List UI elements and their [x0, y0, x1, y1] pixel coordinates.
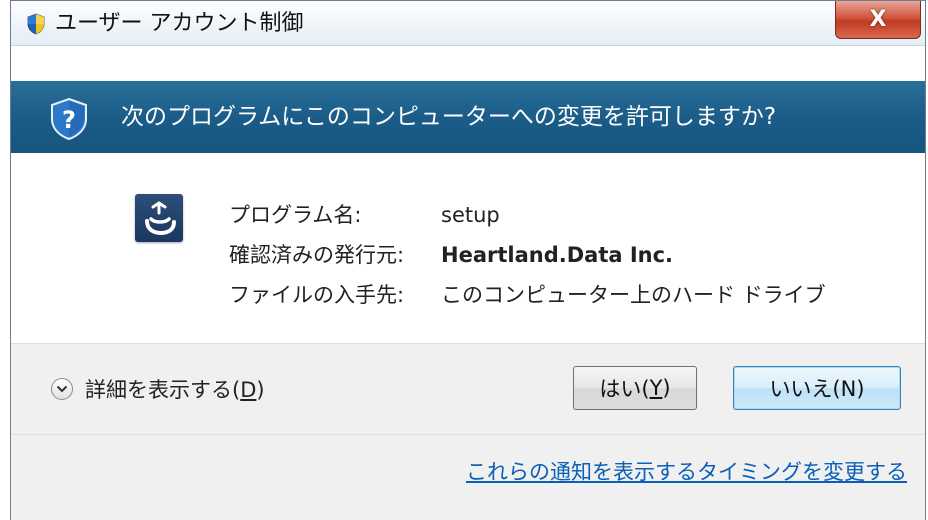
file-origin-value: このコンピューター上のハード ドライブ — [441, 283, 826, 307]
file-origin-label: ファイルの入手先: — [229, 283, 405, 307]
show-details-label: 詳細を表示する(D) — [85, 378, 265, 402]
title-bar: ユーザー アカウント制御 X — [11, 1, 925, 46]
notification-settings-link[interactable]: これらの通知を表示するタイミングを変更する — [466, 456, 907, 486]
window-title: ユーザー アカウント制御 — [55, 11, 304, 36]
banner-question: 次のプログラムにこのコンピューターへの変更を許可しますか? — [121, 104, 777, 130]
program-details-area: プログラム名: setup 確認済みの発行元: Heartland.Data I… — [11, 153, 925, 343]
file-origin-row: ファイルの入手先: このコンピューター上のハード ドライブ — [229, 275, 826, 315]
program-name-label: プログラム名: — [229, 203, 362, 227]
divider — [11, 434, 925, 435]
program-icon — [135, 194, 183, 242]
program-name-row: プログラム名: setup — [229, 195, 826, 235]
button-area: 詳細を表示する(D) はい(Y) いいえ(N) これらの通知を表示するタイミング… — [11, 343, 925, 520]
question-banner: ? 次のプログラムにこのコンピューターへの変更を許可しますか? — [11, 81, 925, 153]
show-details-toggle[interactable]: 詳細を表示する(D) — [51, 374, 265, 404]
publisher-label: 確認済みの発行元: — [229, 243, 405, 267]
program-name-value: setup — [441, 203, 500, 227]
uac-dialog: ユーザー アカウント制御 X ? 次のプログラムにこのコンピューターへの変更を許… — [10, 0, 926, 520]
svg-text:?: ? — [62, 106, 76, 134]
publisher-value: Heartland.Data Inc. — [441, 243, 674, 267]
close-icon: X — [869, 7, 887, 32]
yes-button[interactable]: はい(Y) — [573, 366, 697, 410]
setup-app-icon — [145, 201, 176, 236]
chevron-down-icon — [51, 378, 73, 400]
no-button[interactable]: いいえ(N) — [733, 366, 901, 410]
uac-shield-icon — [27, 13, 45, 35]
program-info: プログラム名: setup 確認済みの発行元: Heartland.Data I… — [229, 195, 826, 315]
close-button[interactable]: X — [835, 1, 921, 39]
question-shield-icon: ? — [51, 97, 87, 141]
publisher-row: 確認済みの発行元: Heartland.Data Inc. — [229, 235, 826, 275]
